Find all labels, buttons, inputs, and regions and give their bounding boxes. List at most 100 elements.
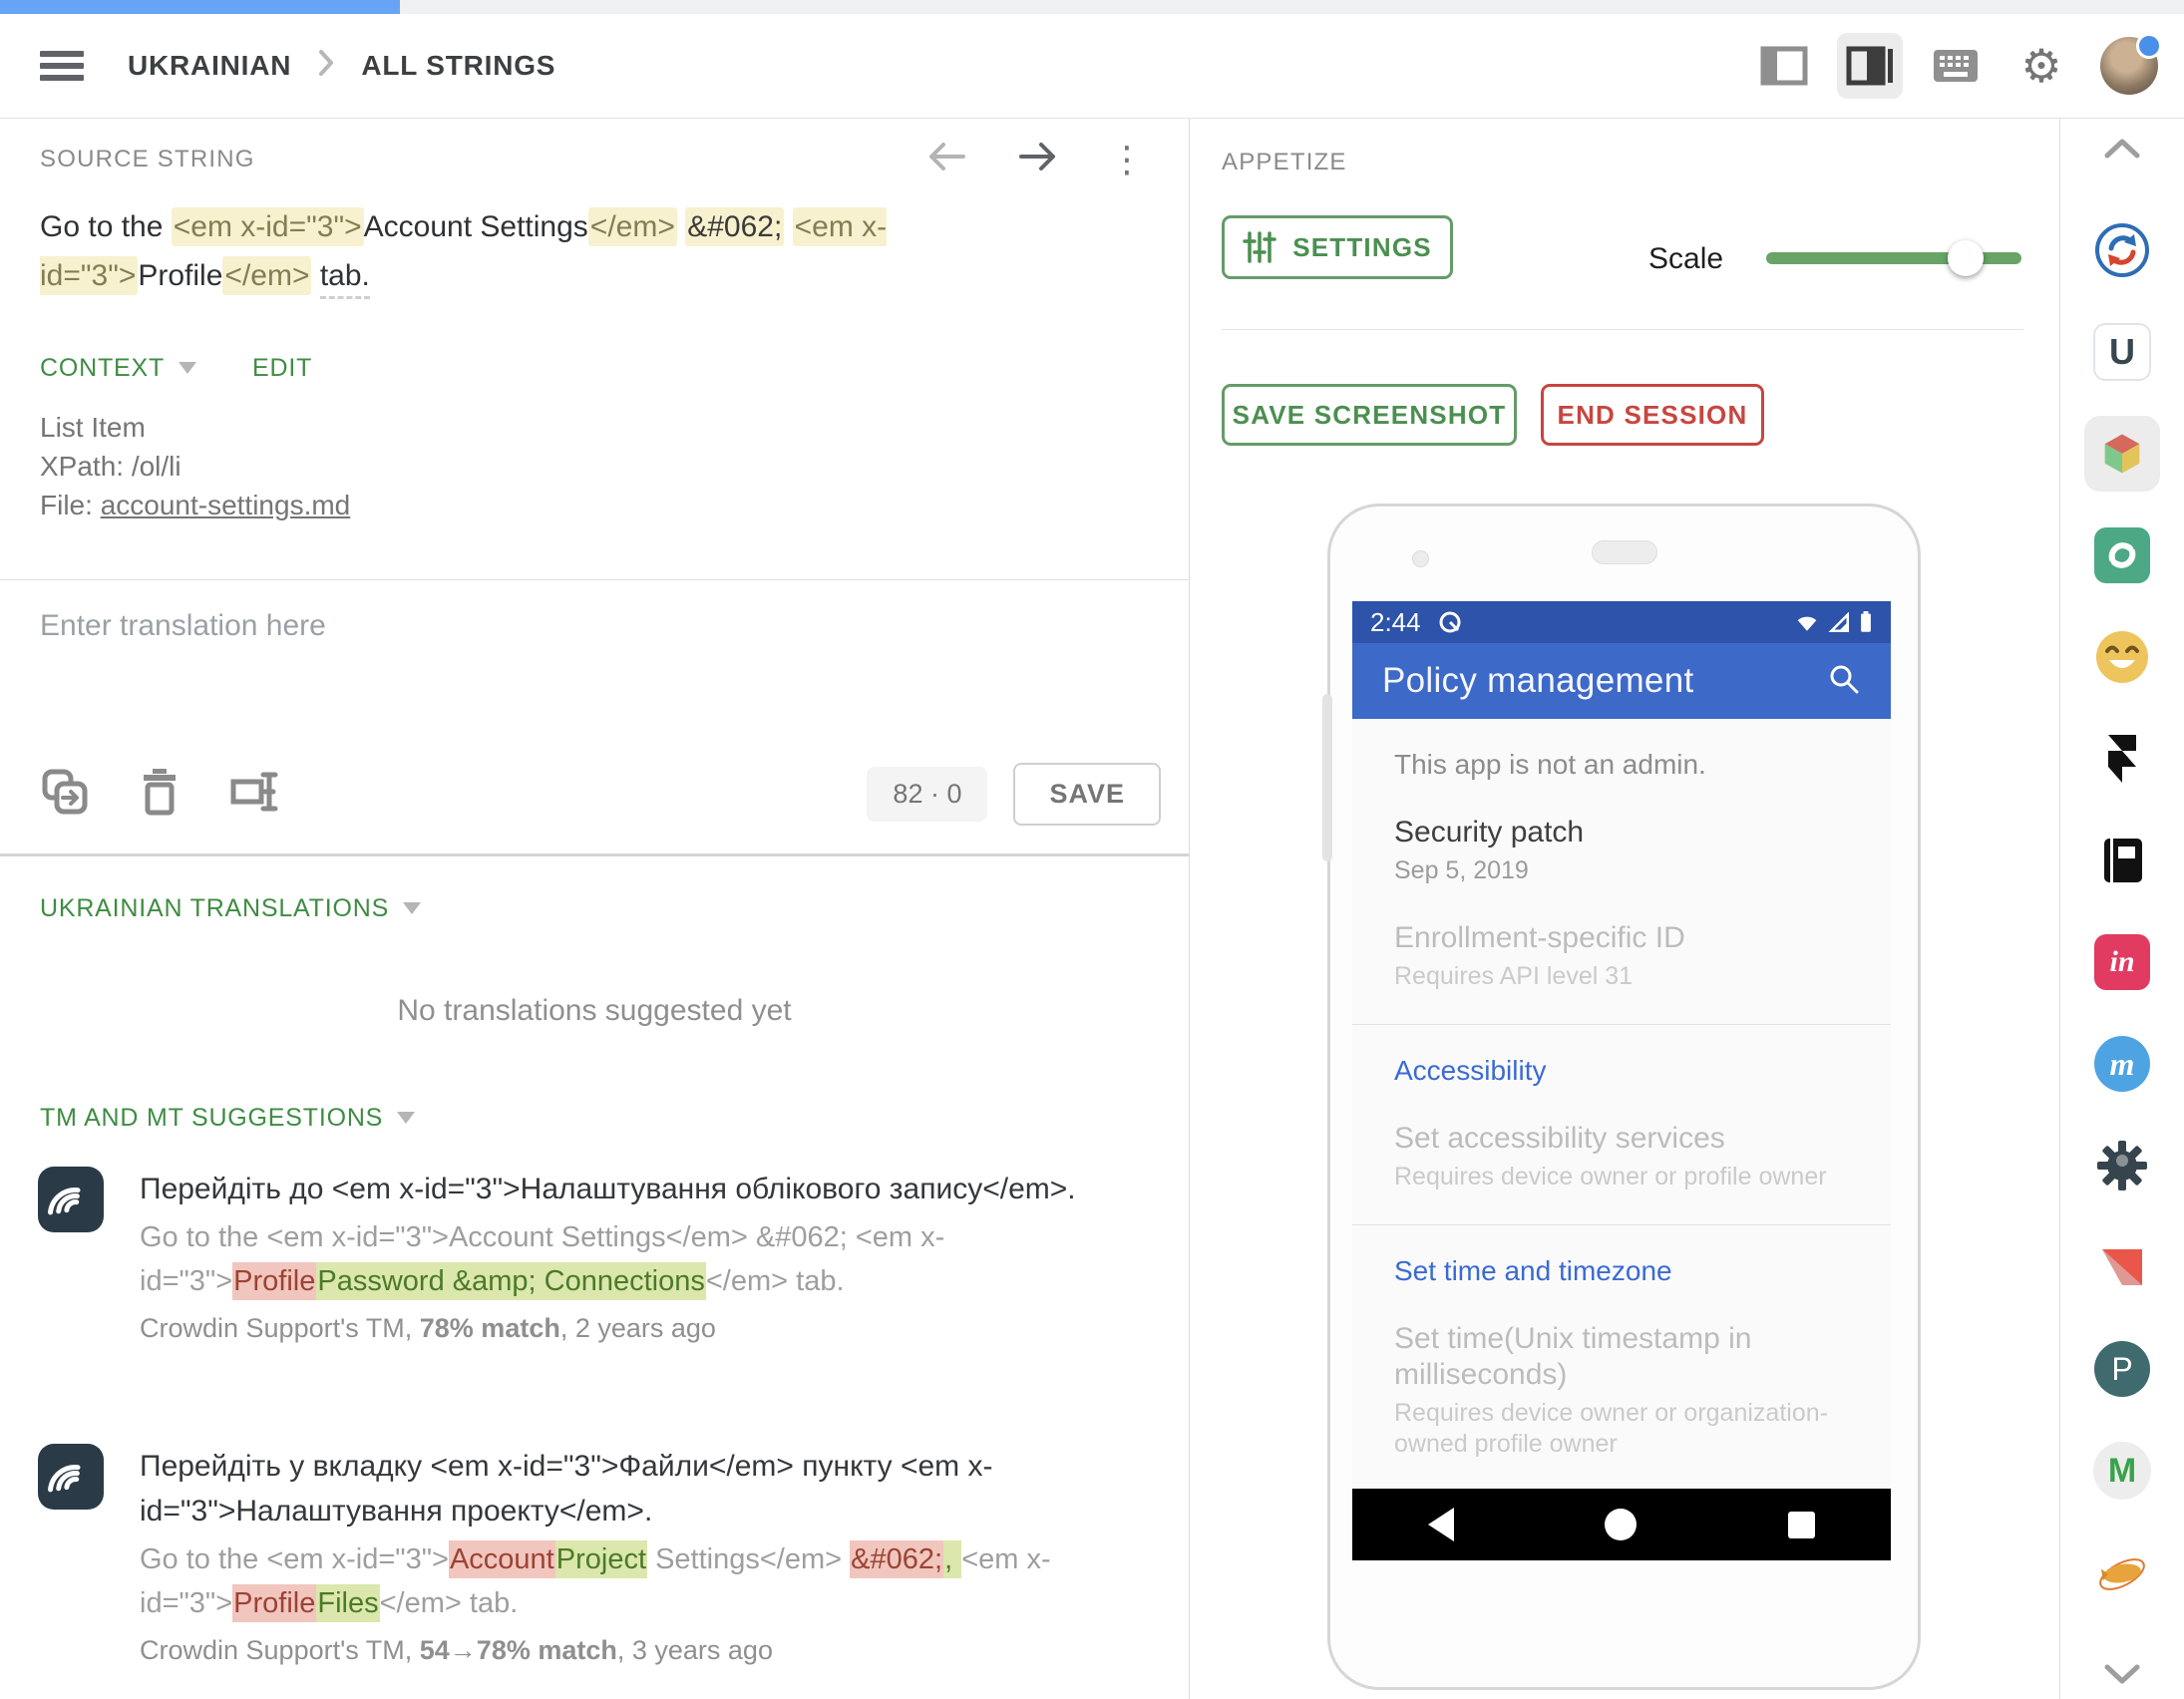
context-details: List Item XPath: /ol/li File: account-se… <box>40 408 350 524</box>
appetize-cube-icon[interactable] <box>2084 416 2160 492</box>
clear-translation-icon[interactable] <box>138 767 182 822</box>
phone-list-item[interactable]: Set accessibility servicesRequires devic… <box>1394 1121 1891 1192</box>
text-segment: Profile <box>138 259 222 292</box>
suggestions-section-toggle[interactable]: TM AND MT SUGGESTIONS <box>40 1104 415 1133</box>
text-segment: Go to the <box>40 210 172 243</box>
context-edit-button[interactable]: EDIT <box>252 354 312 383</box>
text-segment: , <box>943 1540 961 1578</box>
copy-source-icon[interactable] <box>40 767 90 822</box>
nav-home-icon[interactable] <box>1605 1509 1637 1540</box>
phone-nav-bar <box>1352 1489 1891 1560</box>
text-segment: Project <box>555 1540 647 1578</box>
medium-icon[interactable]: M <box>2084 1447 2160 1495</box>
context-line: List Item <box>40 408 350 447</box>
character-counter: 82 · 0 <box>867 767 987 822</box>
wifi-icon <box>1795 612 1819 632</box>
text-segment: </em> <box>588 207 677 246</box>
top-progress-track <box>0 0 2184 14</box>
top-bar: UKRAINIAN ALL STRINGS ⚙ <box>0 14 2184 119</box>
phone-screen[interactable]: 2:44 Policy management <box>1352 601 1891 1560</box>
zeppelin-icon[interactable] <box>2084 1548 2160 1596</box>
phone-list-divider <box>1352 1024 1891 1025</box>
phone-admin-notice: This app is not an admin. <box>1394 749 1891 781</box>
refresh-tile-icon[interactable] <box>2084 531 2160 579</box>
tm-suggestion[interactable]: Перейдіть до <em x-id="3">Налаштування о… <box>38 1167 1133 1344</box>
source-string-text: Go to the <em x-id="3">Account Settings<… <box>40 202 1117 300</box>
text-segment <box>677 210 685 243</box>
more-options-icon[interactable]: ⋮ <box>1109 142 1145 177</box>
phone-list-item[interactable]: Enrollment-specific ID Requires API level… <box>1394 920 1891 992</box>
nav-recents-icon[interactable] <box>1788 1512 1815 1538</box>
zeplin-red-icon[interactable] <box>2084 1243 2160 1291</box>
suggestion-meta: Crowdin Support's TM, 54→78% match, 3 ye… <box>140 1635 1133 1666</box>
text-segment: , 3 years ago <box>617 1635 773 1665</box>
online-status-dot <box>2136 33 2162 59</box>
smiley-icon[interactable] <box>2084 633 2160 681</box>
text-segment <box>784 210 792 243</box>
phone-speaker <box>1592 540 1657 564</box>
collapse-up-icon[interactable] <box>2084 125 2160 172</box>
phone-list-item[interactable]: Security patchSep 5, 2019 <box>1394 815 1891 886</box>
crowdin-tm-icon <box>38 1167 104 1232</box>
appetize-settings-button[interactable]: SETTINGS <box>1222 215 1453 279</box>
proto-icon[interactable]: P <box>2084 1345 2160 1393</box>
phone-settings-list: Security patchSep 5, 2019 Enrollment-spec… <box>1394 815 1891 1489</box>
marvel-icon[interactable]: m <box>2084 1040 2160 1088</box>
phone-item-title: Set time(Unix timestamp in milliseconds) <box>1394 1321 1873 1393</box>
previous-string-button[interactable] <box>925 141 967 177</box>
text-segment: Profile <box>232 1262 316 1300</box>
scale-slider-thumb[interactable] <box>1948 240 1984 276</box>
translations-section-toggle[interactable]: UKRAINIAN TRANSLATIONS <box>40 894 421 923</box>
notebook-icon[interactable] <box>2084 837 2160 884</box>
next-string-button[interactable] <box>1017 141 1059 177</box>
phone-status-bar: 2:44 <box>1352 601 1891 643</box>
text-segment: tab. <box>320 259 370 299</box>
chevron-down-icon <box>179 362 196 374</box>
text-segment: Account <box>449 1540 555 1578</box>
appetize-panel: APPETIZE SETTINGS Scale SAVE SCREENSHOT … <box>1190 119 2060 1699</box>
phone-item-subtitle: Requires API level 31 <box>1394 961 1853 992</box>
no-translations-message: No translations suggested yet <box>0 994 1189 1028</box>
text-segment: Crowdin Support's TM, <box>140 1635 420 1665</box>
end-session-button[interactable]: END SESSION <box>1541 384 1764 446</box>
breadcrumb: UKRAINIAN ALL STRINGS <box>128 48 555 85</box>
insert-tag-icon[interactable] <box>229 767 281 822</box>
integrations-rail: U in m P <box>2060 119 2184 1699</box>
appetize-label: APPETIZE <box>1222 149 1347 176</box>
hamburger-menu-icon[interactable] <box>40 51 84 81</box>
search-icon[interactable] <box>1827 662 1861 701</box>
layout-right-panel-icon[interactable] <box>1837 33 1903 99</box>
sync-icon[interactable] <box>2084 226 2160 274</box>
suggestion-meta: Crowdin Support's TM, 78% match, 2 years… <box>140 1313 1133 1344</box>
text-segment: </em> tab. <box>706 1265 845 1297</box>
nav-back-icon[interactable] <box>1428 1508 1454 1541</box>
cell-signal-icon <box>1827 612 1851 632</box>
invision-icon[interactable]: in <box>2084 938 2160 986</box>
phone-volume-button <box>1322 694 1332 861</box>
keyboard-icon[interactable] <box>1923 33 1989 99</box>
collapse-down-icon[interactable] <box>2084 1650 2160 1698</box>
context-file-link[interactable]: account-settings.md <box>101 490 351 520</box>
breadcrumb-section[interactable]: ALL STRINGS <box>361 50 555 82</box>
save-screenshot-button[interactable]: SAVE SCREENSHOT <box>1222 384 1517 446</box>
suggestion-target-text: Перейдіть до <em x-id="3">Налаштування о… <box>140 1167 1133 1211</box>
translation-input[interactable]: Enter translation here <box>40 609 1149 759</box>
phone-item-title: Enrollment-specific ID <box>1394 920 1873 956</box>
gear-icon[interactable]: ⚙ <box>2008 33 2074 99</box>
layout-left-panel-icon[interactable] <box>1751 33 1817 99</box>
text-segment: Перейдіть до <em x-id="3">Налаштування о… <box>140 1173 1076 1205</box>
scale-label: Scale <box>1648 242 1723 276</box>
breadcrumb-language[interactable]: UKRAINIAN <box>128 50 291 82</box>
cog-dark-icon[interactable] <box>2084 1142 2160 1189</box>
avatar[interactable] <box>2100 37 2158 95</box>
unbabel-icon[interactable]: U <box>2084 328 2160 376</box>
framer-icon[interactable] <box>2084 735 2160 783</box>
save-button[interactable]: SAVE <box>1013 763 1161 826</box>
tm-suggestion[interactable]: Перейдіть у вкладку <em x-id="3">Файли</… <box>38 1444 1133 1666</box>
phone-list-item[interactable]: Set time(Unix timestamp in milliseconds)… <box>1394 1321 1891 1460</box>
scale-slider[interactable] <box>1766 252 2021 264</box>
text-segment: Account Settings <box>364 210 588 243</box>
context-toggle[interactable]: CONTEXT <box>40 354 196 383</box>
suggestion-target-text: Перейдіть у вкладку <em x-id="3">Файли</… <box>140 1444 1133 1533</box>
text-segment: 54→78% match <box>420 1635 617 1665</box>
